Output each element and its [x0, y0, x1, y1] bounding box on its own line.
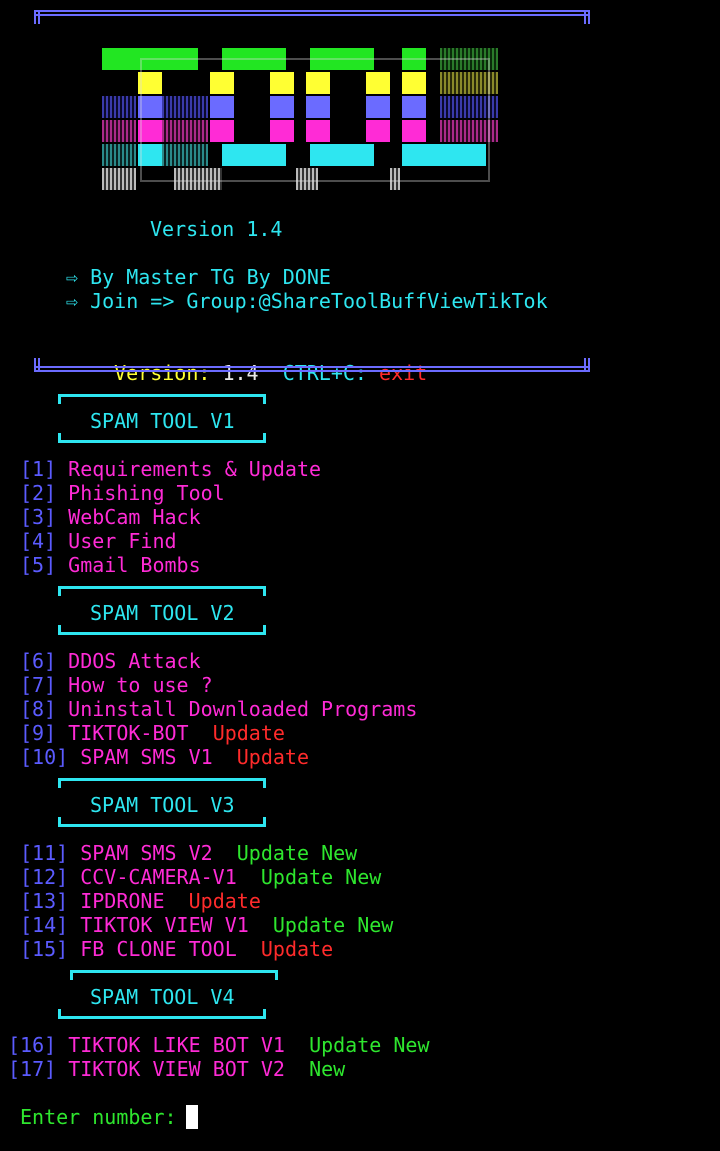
section-title: SPAM TOOL V1	[90, 409, 235, 433]
menu-label: TIKTOK VIEW V1	[80, 913, 249, 937]
update-tag: Update	[188, 889, 261, 913]
banner-frame-right-tick	[584, 10, 590, 24]
menu-label: CCV-CAMERA-V1	[80, 865, 237, 889]
menu-label: TIKTOK VIEW BOT V2	[68, 1057, 285, 1081]
menu-item[interactable]: [9] TIKTOK-BOT Update	[20, 721, 285, 745]
section-box-top	[70, 970, 278, 980]
menu-item[interactable]: [13] IPDRONE Update	[20, 889, 261, 913]
section-box-top	[58, 394, 266, 404]
menu-label: User Find	[68, 529, 177, 553]
menu-label: SPAM SMS V2	[80, 841, 213, 865]
menu-number: [12]	[20, 865, 69, 889]
section-title: SPAM TOOL V4	[90, 985, 235, 1009]
menu-label: DDOS Attack	[68, 649, 201, 673]
menu-number: [8]	[20, 697, 57, 721]
menu-number: [4]	[20, 529, 57, 553]
menu-label: Uninstall Downloaded Programs	[68, 697, 418, 721]
join-line: ⇨ Join => Group:@ShareToolBuffViewTikTok	[66, 289, 548, 313]
version-status-line: Version: 1.4 CTRL+C: exit	[90, 337, 427, 385]
update-tag: Update	[212, 721, 285, 745]
menu-number: [13]	[20, 889, 69, 913]
menu-label: Requirements & Update	[68, 457, 322, 481]
section-box-bottom	[58, 433, 266, 443]
update-tag: Update	[260, 865, 334, 889]
menu-number: [5]	[20, 553, 57, 577]
banner-frame-left-tick	[34, 10, 40, 24]
menu-item[interactable]: [5] Gmail Bombs	[20, 553, 201, 577]
menu-label: IPDRONE	[80, 889, 165, 913]
menu-item[interactable]: [15] FB CLONE TOOL Update	[20, 937, 333, 961]
menu-number: [7]	[20, 673, 57, 697]
menu-item[interactable]: [12] CCV-CAMERA-V1 Update New	[20, 865, 381, 889]
new-tag: New	[309, 1057, 346, 1081]
section-title: SPAM TOOL V2	[90, 601, 235, 625]
menu-label: WebCam Hack	[68, 505, 201, 529]
ctrl-label: CTRL+C:	[282, 361, 367, 385]
menu-label: Phishing Tool	[68, 481, 225, 505]
menu-item[interactable]: [11] SPAM SMS V2 Update New	[20, 841, 357, 865]
menu-number: [2]	[20, 481, 57, 505]
menu-item[interactable]: [16] TIKTOK LIKE BOT V1 Update New	[8, 1033, 429, 1057]
new-tag: New	[393, 1033, 430, 1057]
menu-item[interactable]: [14] TIKTOK VIEW V1 Update New	[20, 913, 393, 937]
menu-label: FB CLONE TOOL	[80, 937, 237, 961]
menu-label: TIKTOK LIKE BOT V1	[68, 1033, 285, 1057]
section-box-top	[58, 586, 266, 596]
update-tag: Update	[236, 841, 310, 865]
menu-number: [6]	[20, 649, 57, 673]
update-tag: Update	[309, 1033, 382, 1057]
menu-item[interactable]: [17] TIKTOK VIEW BOT V2 New	[8, 1057, 345, 1081]
menu-number: [17]	[8, 1057, 57, 1081]
menu-label: Gmail Bombs	[68, 553, 201, 577]
menu-number: [3]	[20, 505, 57, 529]
new-tag: New	[357, 913, 394, 937]
menu-number: [1]	[20, 457, 57, 481]
new-tag: New	[321, 841, 358, 865]
menu-item[interactable]: [10] SPAM SMS V1 Update	[20, 745, 309, 769]
menu-item[interactable]: [1] Requirements & Update	[20, 457, 321, 481]
banner-frame-bottom-right-tick	[584, 358, 590, 372]
update-tag: Update	[236, 745, 310, 769]
ctrl-exit: exit	[379, 361, 428, 385]
menu-label: How to use ?	[68, 673, 213, 697]
input-prompt: Enter number:	[20, 1105, 177, 1129]
menu-item[interactable]: [2] Phishing Tool	[20, 481, 225, 505]
menu-number: [16]	[8, 1033, 57, 1057]
new-tag: New	[345, 865, 382, 889]
menu-item[interactable]: [7] How to use ?	[20, 673, 213, 697]
logo-art	[100, 46, 500, 194]
menu-item[interactable]: [3] WebCam Hack	[20, 505, 201, 529]
banner-frame-bottom-left-tick	[34, 358, 40, 372]
menu-number: [14]	[20, 913, 69, 937]
author-line: ⇨ By Master TG By DONE	[66, 265, 331, 289]
section-box-bottom	[58, 817, 266, 827]
menu-item[interactable]: [4] User Find	[20, 529, 177, 553]
menu-label: TIKTOK-BOT	[68, 721, 189, 745]
menu-item[interactable]: [6] DDOS Attack	[20, 649, 201, 673]
menu-number: [10]	[20, 745, 69, 769]
menu-label: SPAM SMS V1	[80, 745, 213, 769]
menu-number: [11]	[20, 841, 69, 865]
section-box-bottom	[58, 625, 266, 635]
menu-item[interactable]: [8] Uninstall Downloaded Programs	[20, 697, 417, 721]
section-box-bottom	[58, 1009, 266, 1019]
section-title: SPAM TOOL V3	[90, 793, 235, 817]
version-center: Version 1.4	[150, 217, 283, 241]
banner-frame-top	[34, 10, 590, 16]
version-label: Version:	[114, 361, 211, 385]
section-box-top	[58, 778, 266, 788]
text-cursor[interactable]	[186, 1105, 198, 1129]
update-tag: Update	[272, 913, 346, 937]
menu-number: [15]	[20, 937, 69, 961]
banner-frame-bottom	[34, 366, 590, 372]
menu-number: [9]	[20, 721, 57, 745]
version-value: 1.4	[222, 361, 259, 385]
update-tag: Update	[260, 937, 334, 961]
